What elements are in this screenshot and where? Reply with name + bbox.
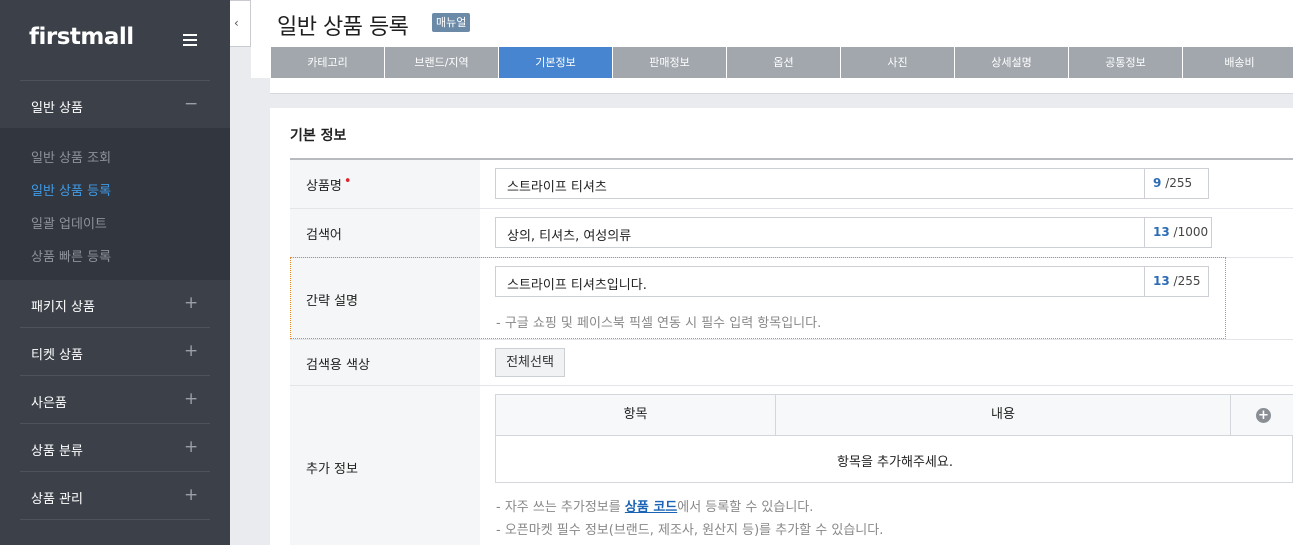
sidebar-item-general-product-register[interactable]: 일반 상품 등록 <box>31 180 111 199</box>
extra-info-hint-1: - 자주 쓰는 추가정보를 상품 코드에서 등록할 수 있습니다. <box>496 500 814 515</box>
expand-plus-icon[interactable]: + <box>184 341 198 361</box>
row-divider <box>290 385 1293 386</box>
extra-info-label: 추가 정보 <box>306 462 358 477</box>
search-color-label: 검색용 색상 <box>306 358 370 373</box>
sidebar-section-gifts[interactable]: 사은품 + <box>0 376 230 424</box>
row-divider <box>290 339 1293 340</box>
tab-detail-description[interactable]: 상세설명 <box>955 47 1069 78</box>
tab-options[interactable]: 옵션 <box>727 47 841 78</box>
column-header-content: 내용 <box>776 395 1231 435</box>
table-header: 항목 내용 + <box>496 395 1293 436</box>
sidebar-item-quick-register[interactable]: 상품 빠른 등록 <box>31 246 111 265</box>
row-divider <box>290 208 1293 209</box>
sidebar-item-bulk-update[interactable]: 일괄 업데이트 <box>31 213 107 232</box>
tab-shipping[interactable]: 배송비 <box>1183 47 1293 78</box>
short-description-value: 스트라이프 티셔츠입니다. <box>507 278 647 293</box>
tab-common-info[interactable]: 공통정보 <box>1069 47 1183 78</box>
keywords-label: 검색어 <box>306 228 342 243</box>
product-code-link[interactable]: 상품 코드 <box>625 500 677 515</box>
sidebar-section-label: 티켓 상품 <box>31 348 83 363</box>
short-description-label: 간략 설명 <box>306 294 358 309</box>
sidebar-section-label: 일반 상품 <box>31 101 83 116</box>
previous-panel-edge <box>270 78 1293 94</box>
tab-category[interactable]: 카테고리 <box>271 47 385 78</box>
char-counter: 9 /255 <box>1144 169 1208 198</box>
sidebar-section-ticket-products[interactable]: 티켓 상품 + <box>0 328 230 376</box>
sidebar-section-label: 사은품 <box>31 396 67 411</box>
sidebar-section-product-management[interactable]: 상품 관리 + <box>0 472 230 520</box>
sidebar-section-label: 상품 분류 <box>31 444 83 459</box>
expand-plus-icon[interactable]: + <box>184 389 198 409</box>
char-counter: 13 /255 <box>1144 267 1208 296</box>
keywords-value: 상의, 티셔츠, 여성의류 <box>507 229 632 244</box>
short-description-input[interactable]: 스트라이프 티셔츠입니다. 13 /255 <box>495 266 1209 297</box>
char-counter: 13 /1000 <box>1144 218 1211 247</box>
divider <box>20 519 210 520</box>
expand-plus-icon[interactable]: + <box>184 437 198 457</box>
tab-brand-region[interactable]: 브랜드/지역 <box>385 47 499 78</box>
tab-bar: 카테고리 브랜드/지역 기본정보 판매정보 옵션 사진 상세설명 공통정보 배송… <box>271 47 1293 78</box>
select-all-button[interactable]: 전체선택 <box>495 348 565 377</box>
chevron-left-icon: ‹ <box>234 16 239 30</box>
sidebar-section-label: 상품 관리 <box>31 492 83 507</box>
required-mark: • <box>343 174 352 189</box>
product-name-input[interactable]: 스트라이프 티셔츠 9 /255 <box>495 168 1209 199</box>
tab-sales-info[interactable]: 판매정보 <box>613 47 727 78</box>
sidebar-submenu: 일반 상품 조회 일반 상품 등록 일괄 업데이트 상품 빠른 등록 <box>0 128 230 280</box>
logo[interactable]: firstmall <box>29 24 134 50</box>
collapse-minus-icon[interactable]: − <box>184 94 198 114</box>
extra-info-hint-2: - 오픈마켓 필수 정보(브랜드, 제조사, 원산지 등)를 추가할 수 있습니… <box>496 523 884 538</box>
sidebar: firstmall 일반 상품 − 일반 상품 조회 일반 상품 등록 일괄 업… <box>0 0 230 545</box>
extra-info-table: 항목 내용 + 항목을 추가해주세요. <box>495 394 1293 483</box>
sidebar-section-product-category[interactable]: 상품 분류 + <box>0 424 230 472</box>
empty-message: 항목을 추가해주세요. <box>837 455 953 470</box>
expand-plus-icon[interactable]: + <box>184 485 198 505</box>
product-name-value: 스트라이프 티셔츠 <box>507 180 607 195</box>
product-name-label: 상품명 • <box>306 174 352 194</box>
tab-photos[interactable]: 사진 <box>841 47 955 78</box>
menu-icon[interactable] <box>183 34 197 46</box>
add-circle-icon[interactable]: + <box>1256 408 1271 423</box>
sidebar-item-general-product-list[interactable]: 일반 상품 조회 <box>31 147 111 166</box>
sidebar-section-package-products[interactable]: 패키지 상품 + <box>0 280 230 328</box>
sidebar-section-label: 패키지 상품 <box>31 300 95 315</box>
manual-badge[interactable]: 매뉴얼 <box>432 13 471 32</box>
section-title: 기본 정보 <box>290 128 347 144</box>
sidebar-section-general-products[interactable]: 일반 상품 − <box>0 81 230 129</box>
column-header-item: 항목 <box>496 395 776 435</box>
keywords-input[interactable]: 상의, 티셔츠, 여성의류 13 /1000 <box>495 217 1212 248</box>
tab-basic-info[interactable]: 기본정보 <box>499 47 613 78</box>
page-title: 일반 상품 등록 <box>277 15 409 40</box>
short-description-hint: - 구글 쇼핑 및 페이스북 픽셀 연동 시 필수 입력 항목입니다. <box>496 316 822 331</box>
sidebar-collapse-button[interactable]: ‹ <box>230 0 251 47</box>
label-column <box>290 160 480 545</box>
expand-plus-icon[interactable]: + <box>184 293 198 313</box>
